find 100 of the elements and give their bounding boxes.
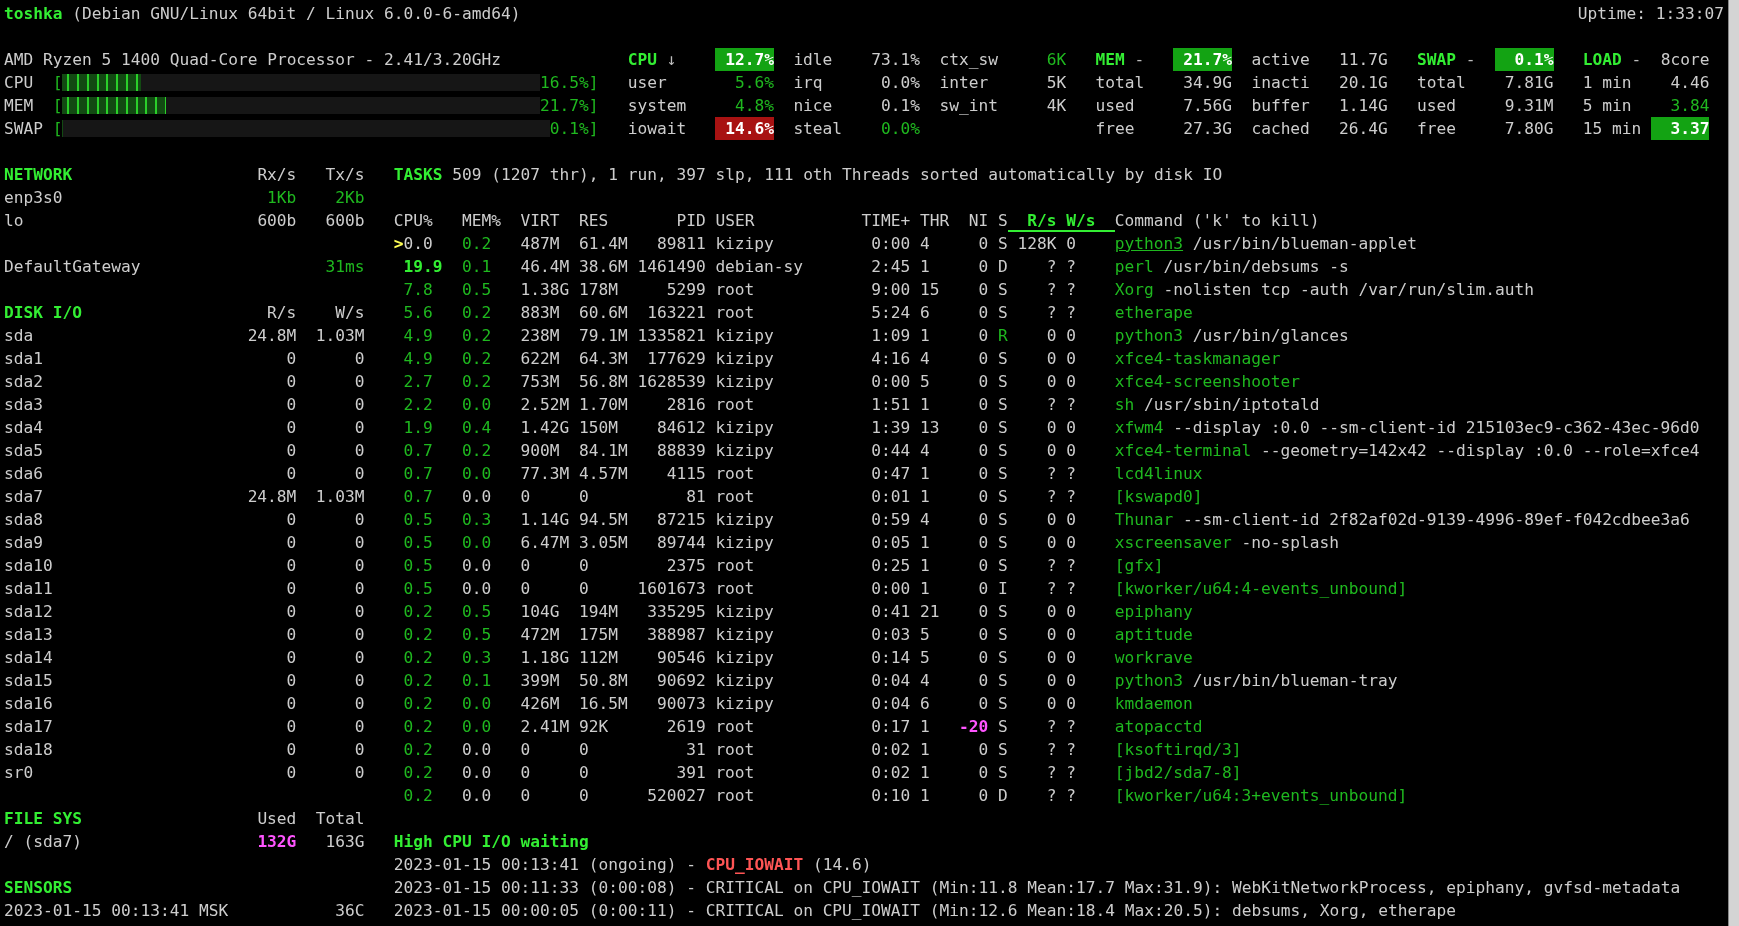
section-title: LOAD (1582, 49, 1622, 71)
column-header[interactable]: Command ('k' to kill) (1114, 209, 1320, 232)
table-cell-text: 0 (1045, 348, 1057, 370)
table-cell-text: S (996, 394, 1008, 416)
tasks-summary: 509 (1207 thr), 1 run, 397 slp, 111 oth Threads sorted automatically by disk IO (452, 164, 1223, 186)
table-cell-text: 0 (977, 509, 989, 531)
table-cell-text: 0.2 (462, 371, 493, 393)
table-cell-text: ? (1065, 256, 1077, 278)
value-text: 0 (285, 739, 297, 761)
row-label: sda4 (4, 417, 44, 439)
table-cell-text: 0 (520, 578, 532, 600)
table-cell-text: root (714, 486, 756, 508)
column-header[interactable]: MEM% (462, 209, 521, 232)
table-cell-text: S (996, 601, 1008, 623)
table-cell-text: 399M (520, 670, 561, 692)
alert-event: 2023-01-15 00:13:41 (ongoing) - CPU_IOWAIT (14.6) (393, 854, 873, 876)
table-cell-text: 0:04 (870, 693, 911, 715)
row-label: sr0 (4, 762, 35, 784)
table-cell-text: 0.0 (462, 463, 493, 485)
row-label: sda15 (4, 670, 54, 692)
table-cell-text: 0.2 (462, 325, 493, 347)
value-text: 36C (334, 900, 365, 922)
table-cell-text: 0 (520, 555, 532, 577)
column-header[interactable]: CPU% (393, 209, 463, 232)
alert-title: High CPU I/O waiting (393, 831, 590, 853)
stat-value: 21.7% (1173, 48, 1232, 71)
command-line: python3 /usr/bin/glances (1114, 325, 1349, 347)
table-cell-text: root (714, 279, 756, 301)
table-cell-text: 0.2 (403, 785, 434, 807)
table-cell-text: 6 (919, 693, 931, 715)
table-cell-text: 0 (520, 785, 532, 807)
column-header[interactable]: R/s (1007, 209, 1057, 232)
table-cell-text: 90546 (655, 647, 706, 669)
table-cell-text: 0 (578, 578, 590, 600)
table-cell-text: 0 (1045, 440, 1057, 462)
table-cell-text: S (996, 624, 1008, 646)
command-line: aptitude (1114, 624, 1193, 646)
stat-value: 4.8% (733, 95, 774, 117)
column-header[interactable]: W/s (1056, 209, 1115, 232)
table-cell-text: S (996, 486, 1008, 508)
table-cell-text: 0 (1065, 348, 1077, 370)
table-cell-text: ? (1045, 716, 1057, 738)
column-header[interactable]: THR (910, 209, 959, 232)
column-header[interactable]: S (988, 209, 1008, 232)
table-cell-text: S (996, 532, 1008, 554)
table-cell-text: 0:02 (870, 739, 911, 761)
table-cell-text: 92K (578, 716, 610, 738)
command-line: lcd4linux (1114, 463, 1203, 485)
stat-label: 5 min (1582, 95, 1632, 117)
value-text: 0 (285, 509, 297, 531)
table-cell-text: 426M (520, 693, 561, 715)
column-header[interactable]: NI (959, 209, 989, 232)
table-cell-text: ? (1065, 394, 1077, 416)
column-header[interactable]: VIRT (520, 209, 579, 232)
sort-indicator: ↓ (666, 49, 677, 71)
table-cell-text: ? (1065, 739, 1077, 761)
scrollbar[interactable] (1728, 0, 1739, 926)
table-cell-text: 177629 (646, 348, 706, 370)
table-cell-text: ? (1045, 486, 1057, 508)
command-line: python3 /usr/bin/blueman-applet (1114, 233, 1417, 255)
stat-value: 7.81G (1503, 72, 1554, 94)
value-text: 0 (353, 394, 365, 416)
value-text: 0 (285, 601, 297, 623)
table-cell-text: S (996, 463, 1008, 485)
table-cell-text: kizipy (714, 371, 775, 393)
column-header[interactable]: TIME+ (861, 209, 911, 232)
column-header[interactable]: PID (637, 209, 706, 232)
table-cell-text: kizipy (714, 417, 775, 439)
table-cell-text: 0.7 (403, 440, 434, 462)
table-cell-text: 0 (1065, 670, 1077, 692)
column-header[interactable]: RES (578, 209, 638, 232)
table-cell-text: 4 (919, 348, 931, 370)
column-header: Rx/s (256, 164, 297, 186)
value-text: 0 (285, 762, 297, 784)
column-header[interactable]: USER (705, 209, 862, 232)
table-cell-text: 13 (919, 417, 941, 439)
table-cell-text: 0 (977, 348, 989, 370)
command-line: perl /usr/bin/debsums -s (1114, 256, 1349, 278)
usage-reading: 16.5%] (540, 72, 599, 94)
table-cell-text: 0 (1065, 371, 1077, 393)
stat-label: total (1095, 72, 1145, 94)
table-cell-text: 7.8 (403, 279, 434, 301)
table-cell-text: 238M (520, 325, 561, 347)
table-cell-text: 0 (1045, 693, 1057, 715)
table-cell-text: 2816 (665, 394, 706, 416)
table-cell-text: 0 (977, 693, 989, 715)
usage-reading: 0.1%] (549, 118, 599, 140)
command-line: [kworker/u64:3+events_unbound] (1114, 785, 1408, 807)
stat-value: 0.0% (880, 72, 921, 94)
table-cell-text: 0 (1065, 601, 1077, 623)
row-label: enp3s0 (4, 187, 64, 209)
table-cell-text: 1:09 (870, 325, 911, 347)
table-cell-text: S (996, 555, 1008, 577)
section-title: CPU (627, 49, 657, 71)
table-cell-text: ? (1065, 762, 1077, 784)
value-text: 163G (324, 831, 365, 853)
table-cell-text: S (996, 302, 1008, 324)
table-cell-text: 4.9 (403, 348, 434, 370)
table-cell-text: 0.0 (462, 762, 493, 784)
table-cell-text: 0.2 (403, 647, 434, 669)
